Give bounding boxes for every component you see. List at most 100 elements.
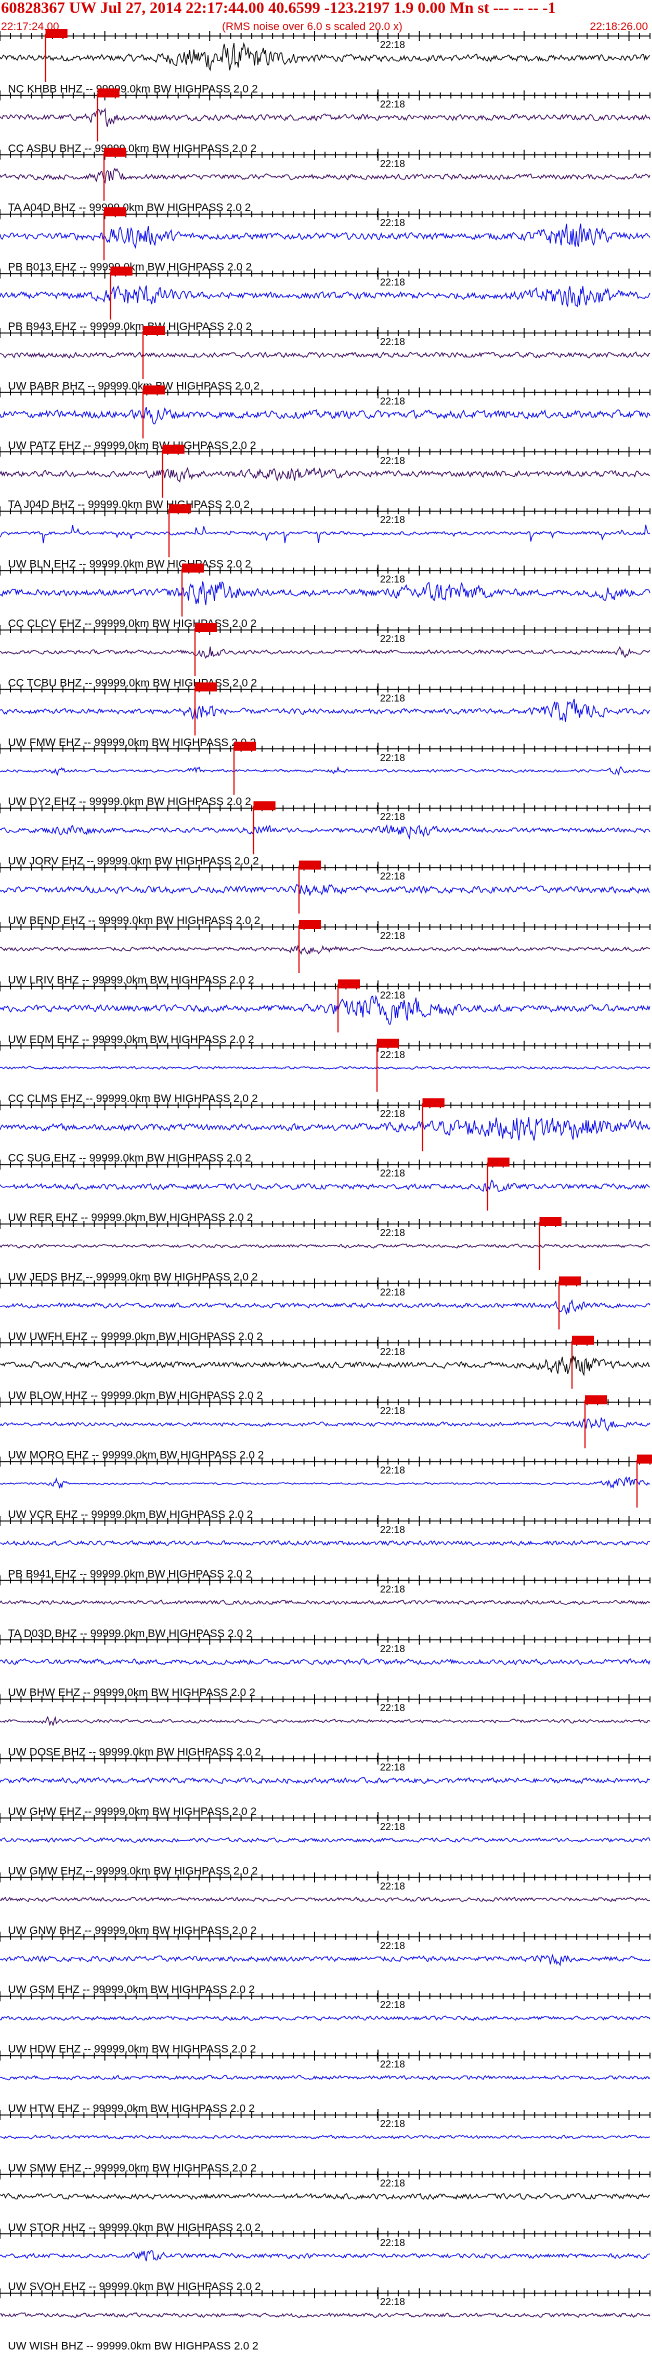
- waveform: [0, 1715, 651, 1727]
- waveform: [0, 1539, 651, 1547]
- pick-flag: [182, 563, 204, 573]
- pick-flag: [45, 29, 68, 38]
- trace-row: 22:18 UW HTW EHZ -- 99999.0km BW HIGHPASS…: [0, 2049, 651, 2115]
- minute-marker-label: 22:18: [380, 753, 405, 764]
- trace-row: 22:18 UW RER EHZ -- 99999.0km BW HIGHPASS…: [0, 1157, 651, 1224]
- minute-marker-label: 22:18: [380, 693, 405, 704]
- minute-marker-label: 22:18: [380, 99, 405, 110]
- trace-row: 22:18 UW PATZ EHZ -- 99999.0km BW HIGHPAS…: [0, 385, 651, 452]
- trace-row: 22:18 UW GSM EHZ -- 99999.0km BW HIGHPASS…: [0, 1930, 651, 1996]
- trace-row: 22:18 UW BABR BHZ -- 99999.0km BW HIGHPAS…: [0, 326, 651, 392]
- trace-row: 22:18UW GMW EHZ -- 99999.0km BW HIGHPASS…: [0, 1812, 651, 1877]
- pick-flag: [422, 1098, 445, 1108]
- waveform: [0, 167, 651, 184]
- pick-flag: [338, 979, 360, 989]
- trace-row: 22:18 UW SMW EHZ -- 99999.0km BW HIGHPASS…: [0, 2109, 651, 2174]
- trace-row: 22:18 UW BEND EHZ -- 99999.0km BW HIGHPAS…: [0, 860, 651, 927]
- pick-flag: [539, 1217, 562, 1226]
- waveform: [0, 406, 651, 425]
- pick-flag: [585, 1395, 607, 1405]
- channel-label: UW HTW EHZ -- 99999.0km BW HIGHPASS 2.0 …: [8, 2103, 255, 2115]
- channel-label: UW EDM EHZ -- 99999.0km BW HIGHPASS 2.0 …: [8, 1034, 254, 1046]
- pick-flag: [572, 1335, 594, 1345]
- channel-label: CC TCBU BHZ -- 99999.0km BW HIGHPASS 2.0…: [8, 677, 257, 689]
- minute-marker-label: 22:18: [380, 1644, 405, 1655]
- channel-label: UW RER EHZ -- 99999.0km BW HIGHPASS 2.0 …: [8, 1212, 253, 1224]
- minute-marker-label: 22:18: [380, 2238, 405, 2249]
- waveform: [0, 1896, 651, 1903]
- trace-row: 22:18 PB B941 EHZ -- 99999.0km BW HIGHPAS…: [0, 1515, 651, 1580]
- waveform: [0, 1065, 651, 1070]
- trace-row: 22:18 CC ASBU BHZ -- 99999.0km BW HIGHPAS…: [0, 88, 651, 155]
- pick-flag: [253, 801, 276, 811]
- waveform: [0, 883, 651, 896]
- waveform: [0, 1179, 651, 1192]
- pick-flag: [169, 504, 191, 514]
- minute-marker-label: 22:18: [380, 1466, 405, 1477]
- trace-row: 22:18UW MORO EHZ -- 99999.0km BW HIGHPAS…: [0, 1395, 651, 1462]
- waveform: [0, 466, 651, 483]
- pick-flag: [299, 860, 321, 870]
- channel-label: UW JORV EHZ -- 99999.0km BW HIGHPASS 2.0…: [8, 856, 259, 868]
- channel-label: PB B943 EHZ -- 99999.0km BW HIGHPASS 2.0…: [8, 321, 252, 333]
- channel-label: UW SMW EHZ -- 99999.0km BW HIGHPASS 2.0 …: [8, 2162, 257, 2174]
- pick-flag: [162, 444, 185, 454]
- waveform: [0, 1299, 651, 1316]
- minute-marker-label: 22:18: [380, 1584, 405, 1595]
- waveform: [0, 1355, 651, 1377]
- minute-marker-label: 22:18: [380, 1822, 405, 1833]
- trace-row: 22:18UW JEDS BHZ -- 99999.0km BW HIGHPAS…: [0, 1217, 651, 1283]
- channel-label: CC CLCV EHZ -- 99999.0km BW HIGHPASS 2.0…: [8, 618, 257, 630]
- minute-marker-label: 22:18: [380, 1228, 405, 1239]
- channel-label: UW DY2 EHZ -- 99999.0km BW HIGHPASS 2.0 …: [8, 796, 251, 808]
- pick-flag: [110, 266, 133, 276]
- pick-flag: [97, 88, 120, 98]
- channel-label: UW GSM EHZ -- 99999.0km BW HIGHPASS 2.0 …: [8, 1984, 255, 1996]
- channel-label: UW GNW BHZ -- 99999.0km BW HIGHPASS 2.0 …: [8, 1925, 257, 1937]
- trace-row: 22:18 UW GHW EHZ -- 99999.0km BW HIGHPASS…: [0, 1752, 651, 1818]
- waveform: [0, 1953, 651, 1967]
- minute-marker-label: 22:18: [380, 1406, 405, 1417]
- trace-row: 22:18 UW BHW EHZ -- 99999.0km BW HIGHPASS…: [0, 1633, 651, 1699]
- waveform: [0, 1658, 651, 1666]
- trace-row: 22:18 CC TCBU BHZ -- 99999.0km BW HIGHPAS…: [0, 623, 651, 689]
- waveform: [0, 994, 651, 1026]
- minute-marker-label: 22:18: [380, 634, 405, 645]
- minute-marker-label: 22:18: [380, 2000, 405, 2011]
- minute-marker-label: 22:18: [380, 2060, 405, 2071]
- channel-label: UW GHW EHZ -- 99999.0km BW HIGHPASS 2.0 …: [8, 1806, 257, 1818]
- minute-marker-label: 22:18: [380, 337, 405, 348]
- waveform: [0, 1599, 651, 1606]
- pick-flag: [104, 147, 126, 157]
- channel-label: UW SVOH EHZ -- 99999.0km BW HIGHPASS 2.0…: [8, 2281, 261, 2293]
- pick-flag: [377, 1038, 399, 1048]
- pick-flag: [299, 920, 321, 929]
- trace-row: 22:18 TA D03D BHZ -- 99999.0km BW HIGHPAS…: [0, 1574, 651, 1640]
- minute-marker-label: 22:18: [380, 2119, 405, 2130]
- trace-row: 22:18 UW STOR HHZ -- 99999.0km BW HIGHPAS…: [0, 2168, 651, 2234]
- minute-marker-label: 22:18: [380, 396, 405, 407]
- waveform: [0, 351, 651, 359]
- trace-row: 22:18 UW UWFH EHZ -- 99999.0km BW HIGHPAS…: [0, 1276, 651, 1343]
- minute-marker-label: 22:18: [380, 40, 405, 51]
- channel-label: UW STOR HHZ -- 99999.0km BW HIGHPASS 2.0…: [8, 2222, 261, 2234]
- pick-flag: [637, 1454, 652, 1464]
- minute-marker-label: 22:18: [380, 1525, 405, 1536]
- channel-label: TA J04D BHZ -- 99999.0km BW HIGHPASS 2.0…: [8, 499, 250, 511]
- channel-label: UW FMW EHZ -- 99999.0km BW HIGHPASS 2.0 …: [8, 737, 256, 749]
- minute-marker-label: 22:18: [380, 1347, 405, 1358]
- trace-row: 22:18 UW GNW BHZ -- 99999.0km BW HIGHPASS…: [0, 1871, 651, 1937]
- pick-flag: [559, 1276, 581, 1286]
- minute-marker-label: 22:18: [380, 1703, 405, 1714]
- trace-row: 22:18 UW BLOW HHZ -- 99999.0km BW HIGHPAS…: [0, 1335, 651, 1402]
- waveform: [0, 2015, 651, 2021]
- waveform: [0, 1837, 651, 1843]
- channel-label: TA A04D BHZ -- 99999.0km BW HIGHPASS 2.0…: [8, 202, 251, 214]
- pick-flag: [234, 741, 256, 751]
- minute-marker-label: 22:18: [380, 218, 405, 229]
- waveform: [0, 2192, 651, 2200]
- channel-label: UW WISH BHZ -- 99999.0km BW HIGHPASS 2.0…: [8, 2341, 258, 2353]
- trace-row: 22:18 UW WISH BHZ -- 99999.0km BW HIGHPAS…: [0, 2287, 651, 2353]
- minute-marker-label: 22:18: [380, 872, 405, 883]
- channel-label: CC SUG EHZ -- 99999.0km BW HIGHPASS 2.0 …: [8, 1153, 251, 1165]
